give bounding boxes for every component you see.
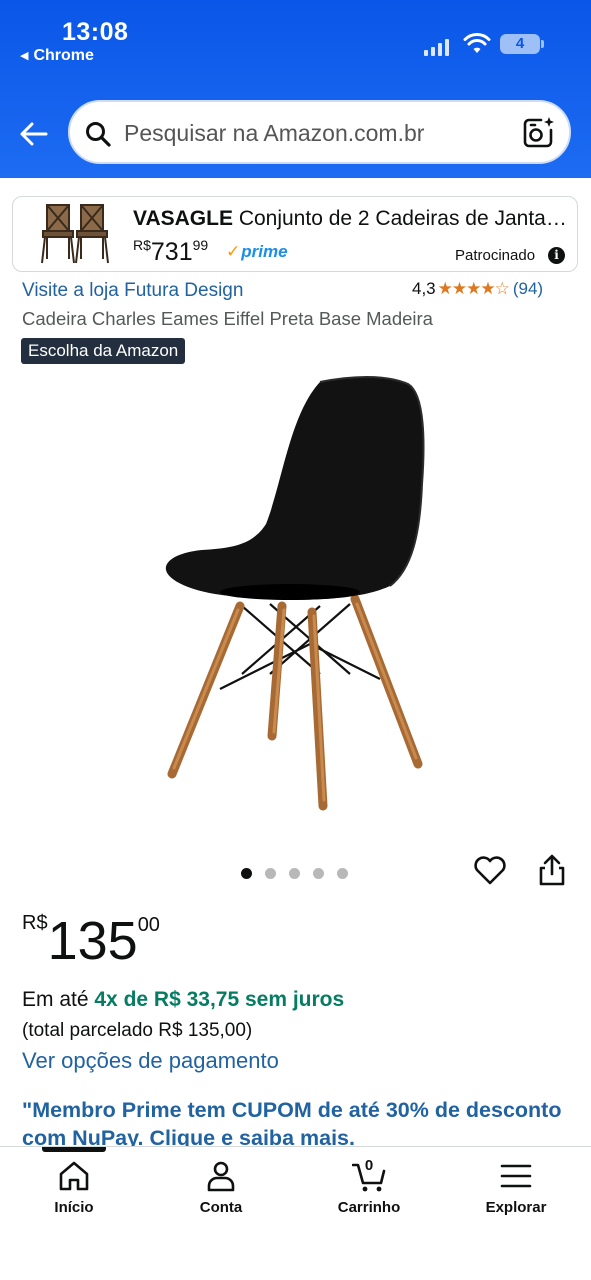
wifi-icon bbox=[463, 33, 491, 53]
rating-value: 4,3 bbox=[412, 279, 436, 298]
ad-product-image bbox=[41, 204, 109, 264]
back-arrow-icon[interactable] bbox=[16, 116, 52, 152]
back-triangle-icon: ◀ bbox=[20, 50, 29, 62]
search-icon bbox=[86, 122, 111, 147]
visit-store-link[interactable]: Visite a loja Futura Design bbox=[22, 280, 243, 302]
carousel-dot-active[interactable] bbox=[241, 868, 252, 879]
active-tab-indicator bbox=[42, 1147, 106, 1152]
sponsored-label: Patrocinado bbox=[455, 247, 536, 264]
rating-stars-icon: ★★★★☆ bbox=[437, 279, 510, 298]
product-title: Cadeira Charles Eames Eiffel Preta Base … bbox=[22, 308, 433, 329]
sponsored-product-ad[interactable]: VASAGLE Conjunto de 2 Cadeiras de Janta…… bbox=[12, 196, 578, 272]
signal-icon bbox=[424, 38, 452, 56]
carousel-dot[interactable] bbox=[265, 868, 276, 879]
status-time: 13:08 bbox=[62, 18, 129, 46]
nav-explore[interactable]: Explorar bbox=[461, 1159, 571, 1216]
amazon-choice-badge: Escolha da Amazon bbox=[21, 338, 186, 364]
menu-icon bbox=[500, 1164, 532, 1188]
nav-home-label: Início bbox=[54, 1199, 94, 1216]
payment-options-link[interactable]: Ver opções de pagamento bbox=[22, 1048, 279, 1074]
home-icon bbox=[59, 1161, 89, 1191]
product-rating[interactable]: 4,3 ★★★★☆ (94) bbox=[412, 279, 543, 299]
installments-text: Em até 4x de R$ 33,75 sem juros bbox=[22, 988, 345, 1011]
prime-badge: ✓prime bbox=[226, 242, 288, 261]
carousel-dot[interactable] bbox=[289, 868, 300, 879]
share-icon[interactable] bbox=[534, 852, 570, 888]
cart-count: 0 bbox=[364, 1157, 374, 1174]
account-icon bbox=[207, 1161, 235, 1192]
bottom-navigation: Início Conta 0 Carrinho Explorar bbox=[0, 1146, 591, 1280]
total-installments-text: (total parcelado R$ 135,00) bbox=[22, 1020, 253, 1041]
nav-cart[interactable]: 0 Carrinho bbox=[314, 1157, 424, 1216]
wishlist-heart-icon[interactable] bbox=[472, 852, 508, 888]
ad-title-text: Conjunto de 2 Cadeiras de Janta… bbox=[238, 207, 567, 230]
battery-icon: 4 bbox=[500, 34, 544, 54]
back-app-label: Chrome bbox=[33, 47, 94, 64]
product-price: R$13500 bbox=[22, 911, 160, 971]
ad-brand: VASAGLE bbox=[133, 207, 233, 230]
nav-cart-label: Carrinho bbox=[337, 1199, 401, 1216]
carousel-dot[interactable] bbox=[313, 868, 324, 879]
search-input[interactable] bbox=[124, 114, 504, 152]
installments-highlight: 4x de R$ 33,75 sem juros bbox=[94, 988, 345, 1011]
search-bar[interactable] bbox=[68, 100, 571, 164]
carousel-dot[interactable] bbox=[337, 868, 348, 879]
nav-account[interactable]: Conta bbox=[166, 1159, 276, 1216]
prime-check-icon: ✓ bbox=[226, 242, 241, 261]
info-icon[interactable]: i bbox=[548, 247, 565, 264]
nav-explore-label: Explorar bbox=[485, 1199, 547, 1216]
nav-account-label: Conta bbox=[199, 1199, 243, 1216]
camera-search-icon[interactable] bbox=[521, 116, 555, 150]
app-header: 13:08 ◀ Chrome 4 bbox=[0, 0, 591, 178]
image-carousel-indicator bbox=[241, 866, 361, 879]
product-image[interactable] bbox=[150, 374, 440, 816]
back-to-app-link[interactable]: ◀ Chrome bbox=[20, 47, 94, 65]
nav-home[interactable]: Início bbox=[19, 1159, 129, 1216]
ad-price: R$73199 bbox=[133, 237, 209, 266]
prime-promo-link[interactable]: "Membro Prime tem CUPOM de até 30% de de… bbox=[22, 1096, 562, 1146]
ad-title: VASAGLE Conjunto de 2 Cadeiras de Janta… bbox=[133, 207, 573, 231]
review-count: (94) bbox=[512, 279, 544, 298]
